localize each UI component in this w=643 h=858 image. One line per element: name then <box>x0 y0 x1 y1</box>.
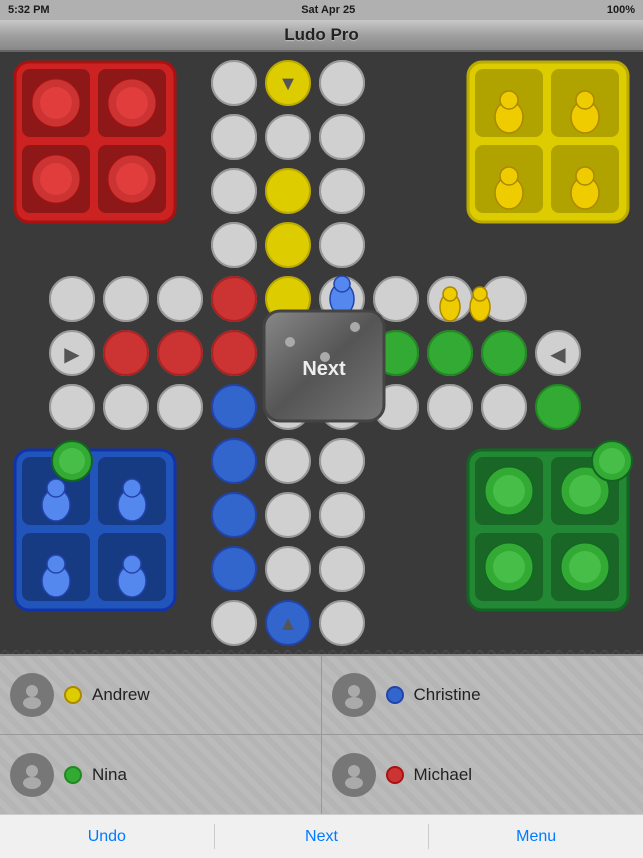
title-bar: Ludo Pro <box>0 20 643 52</box>
svg-text:Next: Next <box>302 358 346 380</box>
status-bar: 5:32 PM Sat Apr 25 100% <box>0 0 643 20</box>
game-board: ▼ ▶ <box>0 52 643 692</box>
name-michael: Michael <box>414 765 473 785</box>
token-nina <box>64 766 82 784</box>
person-icon-michael <box>340 761 368 789</box>
status-day: Sat Apr 25 <box>301 4 355 16</box>
name-nina: Nina <box>92 765 127 785</box>
next-button[interactable]: Next <box>215 815 429 858</box>
person-icon-andrew <box>18 681 46 709</box>
svg-text:◀: ◀ <box>550 344 566 366</box>
name-christine: Christine <box>414 685 481 705</box>
name-andrew: Andrew <box>92 685 150 705</box>
player-card-nina: Nina <box>0 735 322 814</box>
board-svg: ▼ ▶ <box>0 52 643 650</box>
player-card-christine: Christine <box>322 656 643 735</box>
svg-text:▲: ▲ <box>278 613 298 635</box>
avatar-nina <box>10 753 54 797</box>
toolbar: Undo Next Menu <box>0 814 643 858</box>
player-card-andrew: Andrew <box>0 656 322 735</box>
avatar-michael <box>332 753 376 797</box>
status-battery: 100% <box>607 4 635 16</box>
svg-text:▼: ▼ <box>278 73 298 95</box>
app-title: Ludo Pro <box>284 25 359 45</box>
token-michael <box>386 766 404 784</box>
avatar-andrew <box>10 673 54 717</box>
person-icon-christine <box>340 681 368 709</box>
status-time: 5:32 PM <box>8 4 50 16</box>
menu-button[interactable]: Menu <box>429 815 643 858</box>
svg-text:▶: ▶ <box>64 344 80 366</box>
token-christine <box>386 686 404 704</box>
score-section: Andrew Christine Nina <box>0 654 643 814</box>
token-andrew <box>64 686 82 704</box>
player-card-michael: Michael <box>322 735 643 814</box>
person-icon-nina <box>18 761 46 789</box>
players-grid: Andrew Christine Nina <box>0 654 643 814</box>
undo-button[interactable]: Undo <box>0 815 214 858</box>
avatar-christine <box>332 673 376 717</box>
